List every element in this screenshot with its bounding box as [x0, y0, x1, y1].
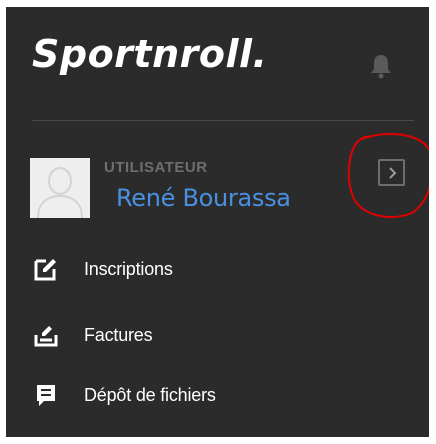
menu-item-label: Dépôt de fichiers — [84, 384, 216, 405]
avatar[interactable] — [30, 158, 90, 218]
menu-item-label: Inscriptions — [84, 258, 173, 279]
menu-item-inscriptions[interactable]: Inscriptions — [34, 254, 414, 284]
menu-item-factures[interactable]: Factures — [34, 320, 414, 350]
chevron-right-icon — [388, 166, 396, 179]
menu-item-depot-fichiers[interactable]: Dépôt de fichiers — [34, 380, 414, 410]
user-silhouette-icon — [30, 158, 90, 218]
screenshot-frame: Sportnroll. UTILISATEUR René Bourassa In… — [0, 0, 436, 444]
bell-icon[interactable] — [370, 53, 392, 79]
expand-profile-button[interactable] — [378, 159, 405, 186]
menu-item-label: Factures — [84, 324, 153, 345]
app-logo[interactable]: Sportnroll. — [32, 35, 267, 73]
edit-square-icon — [34, 259, 56, 281]
sidebar: Sportnroll. UTILISATEUR René Bourassa In… — [6, 7, 429, 437]
header-divider — [32, 120, 414, 121]
message-file-icon — [37, 385, 55, 406]
user-name-link[interactable]: René Bourassa — [116, 184, 291, 212]
invoice-pen-icon — [34, 326, 58, 347]
user-role-label: UTILISATEUR — [104, 159, 208, 176]
